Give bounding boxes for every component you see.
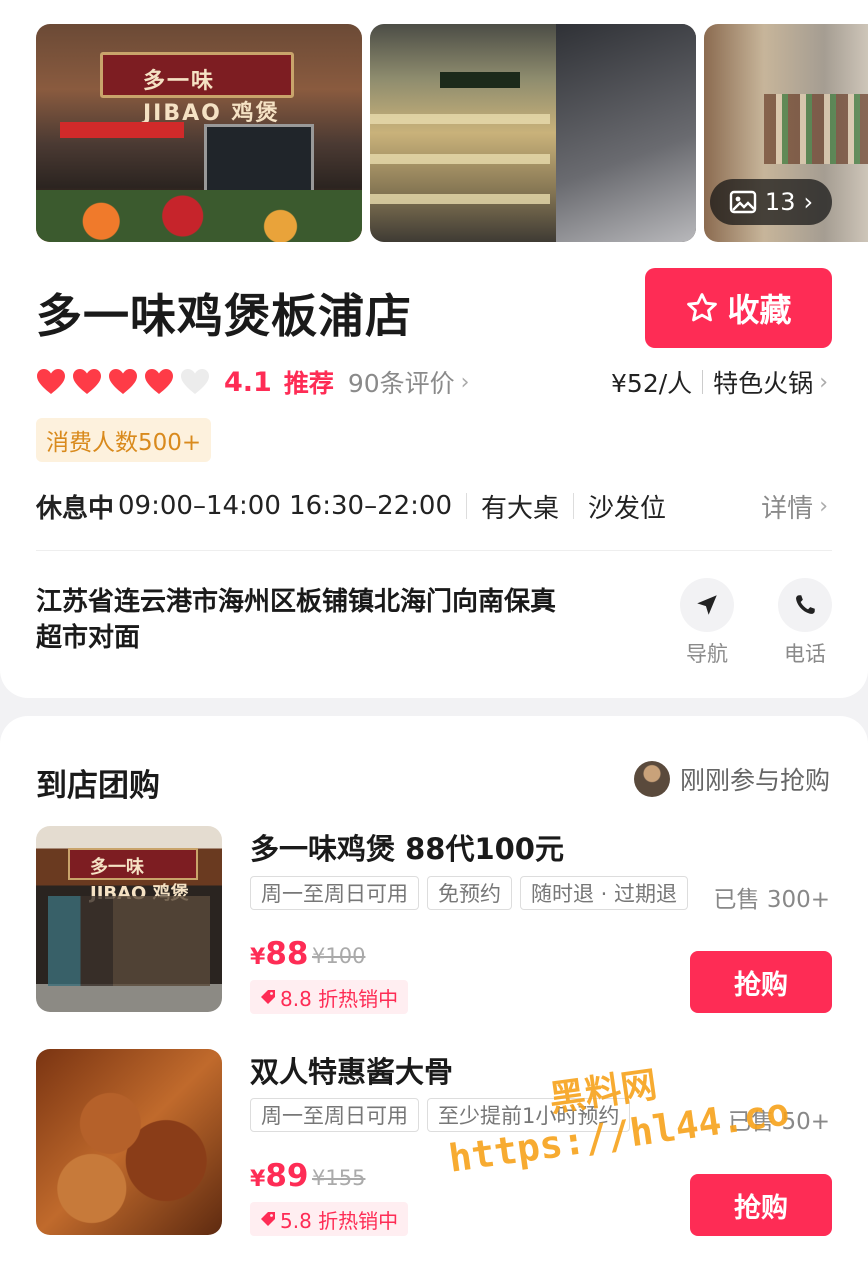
deal-image[interactable]: 多一味 JIBAO 鸡煲	[36, 826, 222, 1012]
food-display-photo[interactable]	[370, 24, 696, 242]
photo-count-button[interactable]: 13 ›	[710, 179, 832, 225]
chevron-right-icon: ›	[460, 369, 470, 395]
recommend-label: 推荐	[283, 369, 334, 398]
price-value: 89	[265, 1158, 309, 1194]
category: 特色火锅	[713, 369, 814, 398]
discount-badge: 8.8 折热销中	[250, 980, 409, 1014]
chevron-right-icon: ›	[819, 369, 828, 395]
price-value: 88	[265, 936, 309, 972]
call-label: 电话	[784, 642, 826, 666]
navigate-label: 导航	[686, 642, 728, 666]
currency-symbol: ¥	[250, 1167, 266, 1192]
deal-price: ¥88	[250, 936, 308, 972]
store-sign: 多一味 JIBAO 鸡煲	[68, 848, 198, 904]
deal-title[interactable]: 双人特惠酱大骨	[250, 1049, 453, 1091]
buffet-counter	[764, 94, 868, 164]
feature-large-table: 有大桌	[481, 493, 560, 524]
store-sign: 多一味 JIBAO 鸡煲	[100, 52, 294, 126]
deal-tag: 周一至周日可用	[250, 1098, 419, 1132]
rating-hearts	[36, 368, 210, 396]
details-label: 详情	[761, 493, 814, 524]
call-circle	[778, 578, 832, 632]
deal-tag: 免预约	[427, 876, 512, 910]
favorite-button[interactable]: 收藏	[645, 268, 832, 348]
sold-count: 已售 300+	[713, 887, 830, 913]
deal-title[interactable]: 多一味鸡煲 88代100元	[250, 826, 564, 868]
open-status: 休息中	[36, 493, 115, 524]
heart-filled-icon	[73, 369, 101, 394]
feature-sofa-seat: 沙发位	[588, 493, 667, 524]
deal-image[interactable]	[36, 1049, 222, 1235]
store-name: 多一味鸡煲板浦店	[36, 289, 412, 343]
buy-button[interactable]: 抢购	[690, 1174, 832, 1236]
original-price: ¥155	[312, 1166, 366, 1190]
navigation-arrow-icon	[697, 595, 717, 615]
display-board	[440, 72, 520, 88]
group-buy-title: 到店团购	[36, 768, 160, 804]
deal-tag: 周一至周日可用	[250, 876, 419, 910]
shelf	[370, 154, 550, 164]
deal-tag: 随时退 · 过期退	[520, 876, 689, 910]
divider	[36, 550, 832, 551]
storefront-photo[interactable]: 多一味 JIBAO 鸡煲	[36, 24, 362, 242]
currency-symbol: ¥	[250, 945, 266, 970]
photo-count-value: 13	[764, 188, 796, 216]
star-icon	[687, 293, 718, 322]
heart-filled-icon	[109, 369, 137, 394]
flower-baskets	[36, 190, 362, 242]
heart-filled-icon	[145, 369, 173, 394]
navigate-button[interactable]: 导航	[677, 578, 737, 668]
red-banner	[60, 122, 184, 138]
divider	[466, 493, 467, 519]
deal-tags: 周一至周日可用 至少提前1小时预约	[250, 1098, 631, 1132]
rating-score: 4.1	[224, 366, 272, 398]
opening-hours: 09:00–14:00 16:30–22:00	[118, 491, 452, 521]
deal-tags: 周一至周日可用 免预约 随时退 · 过期退	[250, 876, 689, 910]
details-link[interactable]: 详情 ›	[761, 484, 828, 528]
consumers-badge: 消费人数500+	[36, 418, 212, 462]
price-per-person: ¥52/人	[611, 369, 693, 398]
original-price: ¥100	[312, 944, 366, 968]
store-sign-text: 多一味 JIBAO 鸡煲	[143, 69, 280, 126]
heart-empty-icon	[181, 369, 209, 394]
heart-filled-icon	[37, 369, 65, 394]
hours-row: 休息中 09:00–14:00 16:30–22:00 有大桌 沙发位	[36, 484, 666, 528]
restaurant-interior	[48, 896, 210, 986]
store-address[interactable]: 江苏省连云港市海州区板铺镇北海门向南保真超市对面	[36, 584, 576, 656]
shelf	[370, 194, 550, 204]
price-tag-icon	[261, 1212, 275, 1226]
buffet-counter	[556, 24, 696, 242]
navigate-circle	[680, 578, 734, 632]
favorite-label: 收藏	[727, 291, 792, 329]
store-info-card: 多一味 JIBAO 鸡煲 13 › 多一味鸡煲板浦店 收藏 4.1 推荐 90条…	[0, 0, 868, 698]
divider	[702, 370, 704, 394]
discount-text: 8.8 折热销中	[280, 986, 399, 1011]
chevron-right-icon: ›	[819, 493, 828, 519]
recent-activity-text: 刚刚参与抢购	[679, 766, 830, 795]
call-button[interactable]: 电话	[775, 578, 835, 668]
recent-activity: 刚刚参与抢购	[633, 760, 830, 798]
phone-icon	[796, 595, 815, 614]
deal-tag: 至少提前1小时预约	[427, 1098, 631, 1132]
price-category-link[interactable]: ¥52/人 特色火锅 ›	[611, 362, 828, 402]
price-tag-icon	[261, 990, 275, 1004]
discount-text: 5.8 折热销中	[280, 1208, 399, 1233]
deal-price: ¥89	[250, 1158, 308, 1194]
buy-button[interactable]: 抢购	[690, 951, 832, 1013]
avatar	[633, 761, 670, 797]
divider	[573, 493, 575, 519]
sold-count: 已售 50+	[728, 1109, 830, 1135]
shelf	[370, 114, 550, 124]
reviews-link[interactable]: 90条评价	[348, 364, 455, 400]
chevron-right-icon: ›	[803, 188, 814, 216]
discount-badge: 5.8 折热销中	[250, 1202, 409, 1236]
image-icon	[729, 190, 757, 214]
